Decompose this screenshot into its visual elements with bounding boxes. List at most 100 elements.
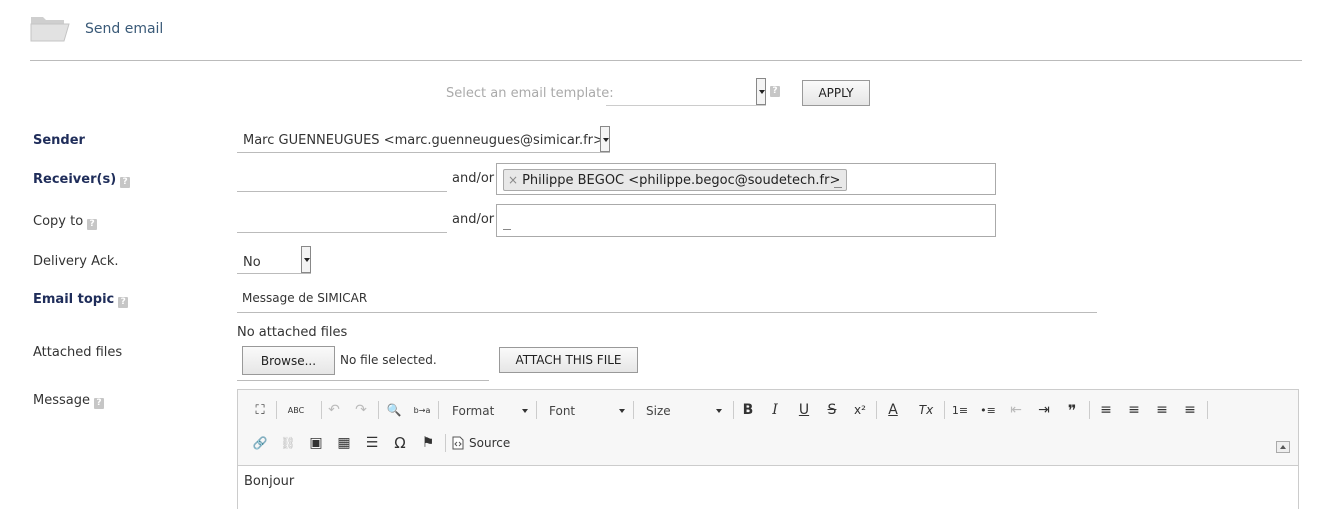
format-dropdown[interactable]: Format: [452, 400, 528, 422]
text-cursor: [834, 187, 842, 188]
chevron-down-icon[interactable]: [600, 126, 610, 152]
redo-icon[interactable]: ↷: [350, 399, 372, 421]
toolbar-separator: [276, 401, 277, 419]
attach-file-button[interactable]: ATTACH THIS FILE: [499, 347, 638, 373]
and-or-label: and/or: [452, 171, 495, 186]
text-cursor: [503, 229, 511, 230]
toolbar-separator: [944, 401, 945, 419]
undo-icon[interactable]: ↶: [323, 399, 345, 421]
receiver-tag-box[interactable]: × Philippe BEGOC <philippe.begoc@soudete…: [496, 163, 996, 195]
and-or-label: and/or: [452, 212, 495, 227]
superscript-icon[interactable]: x²: [849, 399, 871, 421]
chevron-down-icon: [522, 409, 528, 413]
toolbar-separator: [321, 401, 322, 419]
toolbar-separator: [536, 401, 537, 419]
image-icon[interactable]: ▣: [305, 432, 327, 454]
close-icon[interactable]: ×: [508, 173, 518, 187]
source-file-icon: [452, 436, 464, 450]
template-label: Select an email template:: [446, 86, 614, 101]
receiver-tag: × Philippe BEGOC <philippe.begoc@soudete…: [503, 169, 848, 191]
folder-icon: [30, 14, 70, 42]
help-icon[interactable]: ?: [770, 86, 780, 97]
receivers-label: Receiver(s)?: [33, 172, 131, 188]
table-icon[interactable]: ▦: [333, 432, 355, 454]
copy-to-label: Copy to?: [33, 214, 98, 230]
copy-to-input[interactable]: [237, 209, 447, 233]
toolbar-separator: [438, 401, 439, 419]
chevron-down-icon: [716, 409, 722, 413]
bold-icon[interactable]: B: [737, 399, 759, 421]
replace-icon[interactable]: b→a: [411, 399, 433, 421]
toolbar-separator: [876, 401, 877, 419]
toolbar-separator: [445, 434, 446, 452]
topic-label: Email topic?: [33, 292, 129, 308]
sender-label: Sender: [33, 133, 85, 148]
sender-value: Marc GUENNEUGUES <marc.guenneugues@simic…: [243, 133, 604, 148]
message-body: Bonjour: [244, 474, 295, 489]
justify-icon[interactable]: ≡: [1179, 399, 1201, 421]
file-input-underline: [237, 380, 489, 381]
chevron-down-icon: [619, 409, 625, 413]
font-label: Font: [549, 404, 576, 418]
strikethrough-icon[interactable]: S: [821, 399, 843, 421]
topic-value: Message de SIMICAR: [242, 291, 368, 305]
help-icon[interactable]: ?: [120, 177, 131, 188]
file-status: No file selected.: [340, 353, 437, 367]
size-label: Size: [646, 404, 671, 418]
search-icon[interactable]: 🔍: [383, 399, 405, 421]
remove-format-icon[interactable]: Tx: [915, 399, 937, 421]
font-dropdown[interactable]: Font: [549, 400, 625, 422]
delivery-ack-value: No: [243, 255, 261, 270]
bullet-list-icon[interactable]: •≡: [977, 399, 999, 421]
indent-icon[interactable]: ⇥: [1033, 399, 1055, 421]
format-label: Format: [452, 404, 495, 418]
attached-files-label: Attached files: [33, 345, 123, 360]
unlink-icon[interactable]: ⛓: [277, 432, 299, 454]
toolbar-separator: [733, 401, 734, 419]
toolbar-separator: [378, 401, 379, 419]
source-label: Source: [469, 436, 511, 450]
copy-to-tag-box[interactable]: [496, 204, 996, 237]
help-icon[interactable]: ?: [118, 297, 129, 308]
source-button[interactable]: Source: [452, 432, 510, 454]
browse-button[interactable]: Browse...: [242, 346, 335, 375]
horizontal-rule-icon[interactable]: ☰: [361, 432, 383, 454]
numbered-list-icon[interactable]: 1≡: [949, 399, 971, 421]
italic-icon[interactable]: I: [764, 399, 786, 421]
delivery-ack-label: Delivery Ack.: [33, 254, 119, 269]
toolbar-separator: [1089, 401, 1090, 419]
chevron-down-icon[interactable]: [756, 78, 766, 105]
maximize-icon[interactable]: ⛶: [249, 399, 271, 421]
chevron-down-icon[interactable]: [301, 246, 311, 273]
rich-text-editor: ⛶ ABC ↶ ↷ 🔍 b→a Format Font Size B I U S…: [237, 389, 1299, 525]
page-header: Send email: [30, 10, 1302, 61]
align-center-icon[interactable]: ≡: [1123, 399, 1145, 421]
outdent-icon[interactable]: ⇤: [1005, 399, 1027, 421]
align-right-icon[interactable]: ≡: [1151, 399, 1173, 421]
topic-input[interactable]: Message de SIMICAR: [237, 286, 1097, 313]
message-label: Message?: [33, 393, 104, 409]
blockquote-icon[interactable]: ❞: [1061, 399, 1083, 421]
link-icon[interactable]: 🔗: [249, 432, 271, 454]
delivery-ack-select[interactable]: No: [237, 246, 311, 274]
special-char-icon[interactable]: Ω: [389, 432, 411, 454]
receiver-tag-label: Philippe BEGOC <philippe.begoc@soudetech…: [522, 172, 841, 188]
align-left-icon[interactable]: ≡: [1095, 399, 1117, 421]
receiver-input[interactable]: [237, 168, 447, 192]
attachments-status: No attached files: [237, 325, 348, 340]
toolbar-separator: [1207, 401, 1208, 419]
spellcheck-icon[interactable]: ABC: [282, 399, 310, 421]
anchor-icon[interactable]: ⚑: [417, 432, 439, 454]
apply-button[interactable]: APPLY: [802, 80, 870, 106]
editor-content[interactable]: Bonjour: [238, 465, 1298, 525]
toolbar-separator: [633, 401, 634, 419]
sender-select[interactable]: Marc GUENNEUGUES <marc.guenneugues@simic…: [237, 126, 610, 153]
collapse-toolbar-icon[interactable]: [1276, 441, 1290, 453]
template-select[interactable]: [606, 78, 766, 106]
text-color-icon[interactable]: A: [882, 399, 904, 421]
size-dropdown[interactable]: Size: [646, 400, 722, 422]
help-icon[interactable]: ?: [93, 398, 104, 409]
page-title: Send email: [85, 21, 164, 37]
help-icon[interactable]: ?: [87, 219, 98, 230]
underline-icon[interactable]: U: [793, 399, 815, 421]
